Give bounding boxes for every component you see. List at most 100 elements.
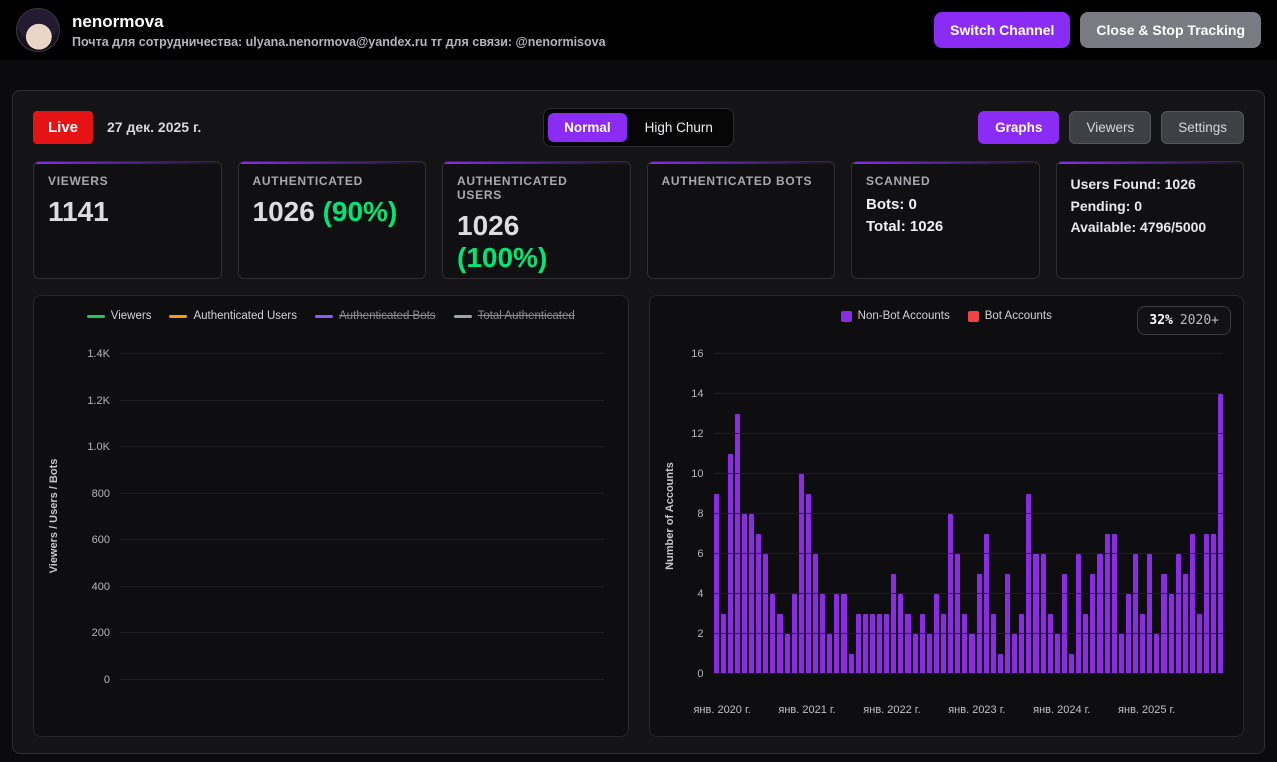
bar: [919, 614, 925, 674]
legend-item[interactable]: Authenticated Users: [169, 310, 297, 322]
bar: [948, 514, 954, 674]
bar: [813, 554, 819, 674]
x-axis-tick: янв. 2022 г.: [863, 704, 921, 716]
bar: [777, 614, 783, 674]
gridline: [713, 673, 1223, 674]
bar: [798, 474, 804, 674]
bar: [720, 614, 726, 674]
channel-avatar[interactable]: [16, 8, 60, 52]
stat-title: AUTHENTICATED: [252, 174, 363, 188]
legend-item[interactable]: Viewers: [86, 310, 152, 322]
stat-percent: (90%): [322, 196, 398, 227]
y-axis-tick: 0: [103, 674, 110, 686]
y-axis-tick: 8: [697, 508, 704, 520]
gridline: [120, 632, 604, 634]
gridline: [120, 492, 604, 494]
recent-accounts-badge[interactable]: 32% 2020+: [1137, 306, 1231, 335]
bar: [976, 574, 982, 674]
close-stop-tracking-button[interactable]: Close & Stop Tracking: [1080, 12, 1261, 48]
bar: [1026, 494, 1032, 674]
bar: [848, 654, 854, 674]
gridline: [713, 433, 1223, 434]
bar: [1111, 534, 1117, 674]
legend-swatch-icon: [967, 310, 979, 322]
bar-chart-panel: Non-Bot Accounts Bot Accounts 32% 2020+ N…: [648, 295, 1244, 737]
stat-card-authenticated-users: AUTHENTICATED USERS 1026 (100%): [442, 161, 631, 279]
y-axis-tick: 2: [697, 628, 704, 640]
tab-viewers[interactable]: Viewers: [1069, 110, 1152, 144]
gridline: [713, 593, 1223, 594]
gridline: [713, 353, 1223, 354]
legend-label: Viewers: [110, 310, 152, 322]
x-axis-tick: янв. 2025 г.: [1118, 704, 1176, 716]
bar: [1019, 614, 1025, 674]
bar: [969, 634, 975, 674]
bar: [933, 594, 939, 674]
bar: [1090, 574, 1096, 674]
legend-swatch-icon: [840, 310, 852, 322]
x-axis-tick: янв. 2024 г.: [1033, 704, 1091, 716]
bar: [955, 554, 961, 674]
bar: [1182, 574, 1188, 674]
tab-settings[interactable]: Settings: [1161, 110, 1244, 144]
bar: [997, 654, 1003, 674]
legend-item[interactable]: Authenticated Bots: [315, 310, 436, 322]
bar: [791, 594, 797, 674]
y-axis-tick: 600: [91, 534, 110, 547]
switch-channel-button[interactable]: Switch Channel: [934, 12, 1071, 48]
y-axis-tick: 4: [697, 588, 704, 600]
bar: [805, 494, 812, 674]
app-header: nenormova Почта для сотрудничества: ulya…: [0, 0, 1277, 60]
bar: [784, 634, 790, 674]
stat-value: 1026 (100%): [457, 210, 616, 274]
line-chart-legend: Viewers Authenticated Users Authenticated …: [34, 296, 628, 322]
bar: [1104, 534, 1110, 674]
bar: [1125, 594, 1131, 674]
stat-title: SCANNED: [866, 174, 931, 188]
stat-percent: (100%): [457, 242, 548, 274]
line-chart-panel: Viewers Authenticated Users Authenticated …: [33, 295, 629, 737]
legend-swatch-icon: [86, 314, 105, 318]
bar: [884, 614, 890, 674]
live-badge: Live: [33, 110, 94, 144]
x-axis-tick: янв. 2021 г.: [778, 704, 836, 716]
bar: [1189, 534, 1195, 674]
mode-high-churn-button[interactable]: High Churn: [629, 113, 729, 142]
gridline: [713, 393, 1223, 394]
bar: [926, 634, 932, 674]
bar: [962, 614, 968, 674]
y-axis-tick: 1.2K: [87, 394, 110, 407]
line-chart-ylabel: Viewers / Users / Bots: [48, 458, 60, 574]
main-panel: Live 27 дек. 2025 г. Normal High Churn G…: [12, 90, 1265, 754]
gridline: [120, 446, 604, 448]
bar: [1196, 614, 1203, 674]
y-axis-tick: 16: [691, 348, 704, 360]
y-axis-tick: 200: [91, 627, 110, 640]
pending-line: Pending: 0: [1070, 197, 1143, 214]
users-found-line: Users Found: 1026: [1070, 176, 1196, 192]
bar: [862, 614, 868, 674]
legend-item[interactable]: Bot Accounts: [967, 310, 1052, 322]
mode-toggle: Normal High Churn: [543, 107, 734, 147]
bar: [1033, 554, 1039, 674]
bar: [713, 494, 719, 674]
x-axis-tick: янв. 2020 г.: [693, 704, 751, 716]
stat-value: 1026 (90%): [252, 196, 398, 227]
bar: [827, 634, 833, 674]
tab-graphs[interactable]: Graphs: [978, 110, 1060, 144]
gridline: [713, 633, 1223, 634]
bar: [1175, 554, 1181, 674]
legend-label: Authenticated Users: [193, 310, 298, 322]
bar: [905, 614, 911, 674]
gridline: [120, 399, 604, 401]
y-axis-tick: 800: [91, 487, 110, 500]
available-line: Available: 4796/5000: [1070, 219, 1207, 236]
legend-swatch-icon: [453, 314, 472, 318]
channel-info: nenormova Почта для сотрудничества: ulya…: [16, 8, 606, 52]
bar: [1040, 554, 1046, 674]
legend-item[interactable]: Total Authenticated: [453, 310, 575, 322]
mode-normal-button[interactable]: Normal: [548, 112, 627, 142]
legend-item[interactable]: Non-Bot Accounts: [840, 310, 950, 322]
y-axis-tick: 10: [691, 468, 704, 480]
gridline: [120, 679, 604, 680]
